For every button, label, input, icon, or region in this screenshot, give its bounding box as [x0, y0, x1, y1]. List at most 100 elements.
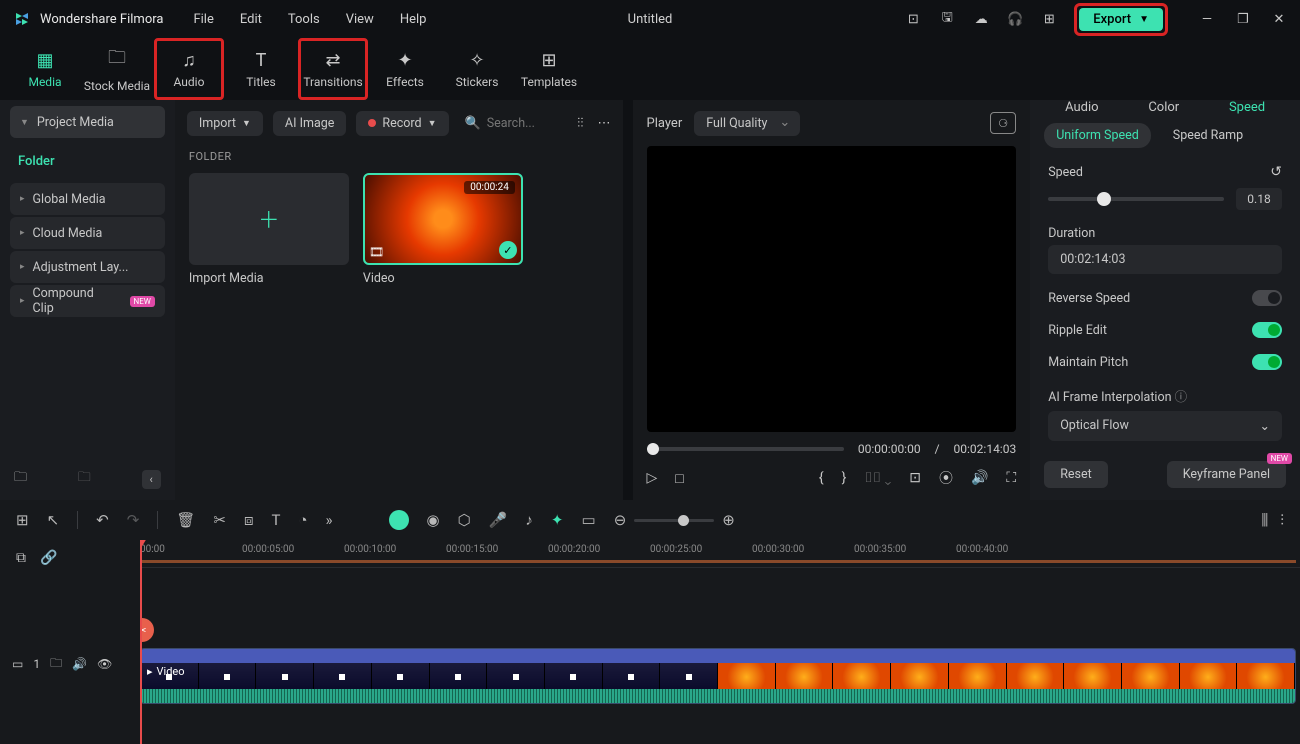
sidebar-cloud-media[interactable]: ▸Cloud Media [10, 217, 165, 249]
menu-help[interactable]: Help [400, 12, 427, 27]
tab-templates[interactable]: ⊞Templates [514, 38, 584, 100]
record-button[interactable]: Record▼ [356, 111, 448, 136]
pitch-toggle[interactable] [1252, 354, 1282, 370]
shield-icon[interactable]: ⬡ [458, 511, 471, 529]
sidebar-project-media[interactable]: ▼Project Media [10, 106, 165, 138]
track-mute-icon[interactable]: 🔊 [72, 657, 87, 671]
duration-input[interactable]: 00:02:14:03 [1048, 245, 1282, 274]
tl-cursor-icon[interactable]: ↖ [47, 511, 60, 529]
video-clip[interactable]: ▸ Video [140, 648, 1296, 704]
search-input[interactable] [487, 116, 557, 131]
minimize-icon[interactable]: ― [1198, 10, 1216, 28]
folder-add-icon[interactable]: 🗀 [14, 468, 27, 490]
delete-icon[interactable]: 🗑 [176, 511, 195, 529]
apps-icon[interactable]: ⊞ [1040, 10, 1058, 28]
keyframe-panel-button[interactable]: Keyframe PanelNEW [1167, 461, 1286, 488]
speed-icon[interactable]: ◔ [298, 511, 307, 529]
crop-ratio-icon[interactable]: ⌷⌷ ⌄ [864, 470, 891, 486]
speed-value[interactable]: 0.18 [1236, 188, 1282, 210]
zoom-in-icon[interactable]: ⊕ [722, 511, 735, 529]
close-icon[interactable]: ✕ [1270, 10, 1288, 28]
search-icon[interactable]: 🔍 [465, 116, 481, 131]
timeline-ruler[interactable]: 00:00 00:00:05:00 00:00:10:00 00:00:15:0… [140, 540, 1300, 568]
zoom-slider[interactable] [634, 519, 714, 522]
info-icon[interactable]: ⓘ [1175, 390, 1188, 405]
tab-audio[interactable]: ♫Audio [154, 38, 224, 100]
music-note-icon[interactable]: ♪ [525, 511, 533, 529]
menu-view[interactable]: View [346, 12, 374, 27]
sidebar-collapse-icon[interactable]: ‹ [142, 470, 161, 489]
subtab-speed-ramp[interactable]: Speed Ramp [1161, 123, 1255, 148]
sidebar-global-media[interactable]: ▸Global Media [10, 183, 165, 215]
display-icon[interactable]: ⊡ [904, 10, 922, 28]
import-media-tile[interactable]: + [189, 173, 349, 265]
playhead[interactable] [140, 540, 142, 744]
video-clip-tile[interactable]: 00:00:24 🎞 ✓ [363, 173, 523, 265]
speed-slider[interactable] [1048, 197, 1224, 201]
menu-file[interactable]: File [193, 12, 213, 27]
text-icon[interactable]: T [271, 511, 280, 529]
import-button[interactable]: Import▼ [187, 111, 263, 136]
face-icon[interactable] [389, 510, 409, 530]
track-view-icon[interactable]: ⫼ [1261, 511, 1268, 529]
reverse-toggle[interactable] [1252, 290, 1282, 306]
more-tl-icon[interactable]: » [326, 511, 333, 529]
rtab-speed[interactable]: Speed [1229, 100, 1265, 115]
stop-icon[interactable]: □ [675, 470, 683, 487]
snapshot-icon[interactable]: ⚆ [990, 112, 1016, 134]
color-wheel-icon[interactable]: ◉ [427, 511, 440, 529]
volume-icon[interactable]: 🔊 [971, 470, 988, 486]
sidebar-adjustment-layer[interactable]: ▸Adjustment Lay... [10, 251, 165, 283]
support-icon[interactable]: 🎧 [1006, 10, 1024, 28]
tl-grid-icon[interactable]: ⊞ [16, 511, 29, 529]
folder-open-icon[interactable]: 🗀 [78, 468, 91, 490]
quality-select[interactable]: Full Quality [694, 111, 800, 136]
play-icon[interactable]: ▷ [647, 470, 658, 486]
ai-interp-select[interactable]: Optical Flow⌄ [1048, 411, 1282, 441]
ai-image-button[interactable]: AI Image [273, 111, 346, 136]
sidebar-compound-clip[interactable]: ▸Compound ClipNEW [10, 285, 165, 317]
caption-icon[interactable]: ▭ [582, 511, 596, 529]
rtab-audio[interactable]: Audio [1065, 100, 1098, 115]
track-lock-icon[interactable]: 🗀 [50, 654, 62, 675]
tab-transitions[interactable]: ⇄Transitions [298, 38, 368, 100]
mark-in-icon[interactable]: { [819, 470, 824, 486]
zoom-out-icon[interactable]: ⊖ [614, 511, 627, 529]
redo-icon[interactable]: ↷ [127, 511, 140, 529]
camera-icon[interactable]: ⦿ [939, 468, 953, 488]
preview-viewport[interactable] [647, 146, 1017, 432]
clip-start-marker-icon[interactable]: ✂ [140, 618, 154, 642]
sidebar-folder-label[interactable]: Folder [0, 144, 175, 177]
menu-tools[interactable]: Tools [288, 12, 320, 27]
tab-titles[interactable]: TTitles [226, 38, 296, 100]
crop-icon[interactable]: ⧈ [244, 511, 254, 529]
maximize-icon[interactable]: ❐ [1234, 10, 1252, 28]
mark-out-icon[interactable]: } [842, 470, 847, 486]
fullscreen-icon[interactable]: ⛶ [1006, 470, 1016, 486]
track-visible-icon[interactable]: 👁 [97, 657, 112, 671]
tab-stock-media[interactable]: 🗀Stock Media [82, 38, 152, 100]
ripple-toggle[interactable] [1252, 322, 1282, 338]
save-icon[interactable]: 🖫 [938, 10, 956, 28]
display-mode-icon[interactable]: ⊡ [909, 470, 921, 486]
cloud-icon[interactable]: ☁ [972, 10, 990, 28]
subtab-uniform-speed[interactable]: Uniform Speed [1044, 123, 1151, 148]
reset-button[interactable]: Reset [1044, 461, 1108, 488]
marker-icon[interactable]: ✦ [551, 511, 564, 529]
filter-icon[interactable]: ⫶⫶ [577, 116, 584, 131]
reset-speed-icon[interactable]: ↺ [1270, 164, 1282, 180]
more-icon[interactable]: ⋯ [598, 116, 611, 131]
tl-link-icon[interactable]: 🔗 [40, 550, 57, 566]
rtab-color[interactable]: Color [1148, 100, 1179, 115]
undo-icon[interactable]: ↶ [96, 511, 109, 529]
split-icon[interactable]: ✂ [213, 511, 226, 529]
tl-settings-icon[interactable]: ⫶ [1280, 511, 1284, 529]
preview-scrubber[interactable] [647, 447, 844, 451]
tab-stickers[interactable]: ✧Stickers [442, 38, 512, 100]
menu-edit[interactable]: Edit [240, 12, 262, 27]
mic-icon[interactable]: 🎤 [489, 511, 508, 529]
export-button[interactable]: Export▼ [1079, 8, 1163, 31]
tab-effects[interactable]: ✦Effects [370, 38, 440, 100]
tab-media[interactable]: ▦Media [10, 38, 80, 100]
video-track-head[interactable]: ▭1 🗀 🔊 👁 [0, 646, 140, 682]
